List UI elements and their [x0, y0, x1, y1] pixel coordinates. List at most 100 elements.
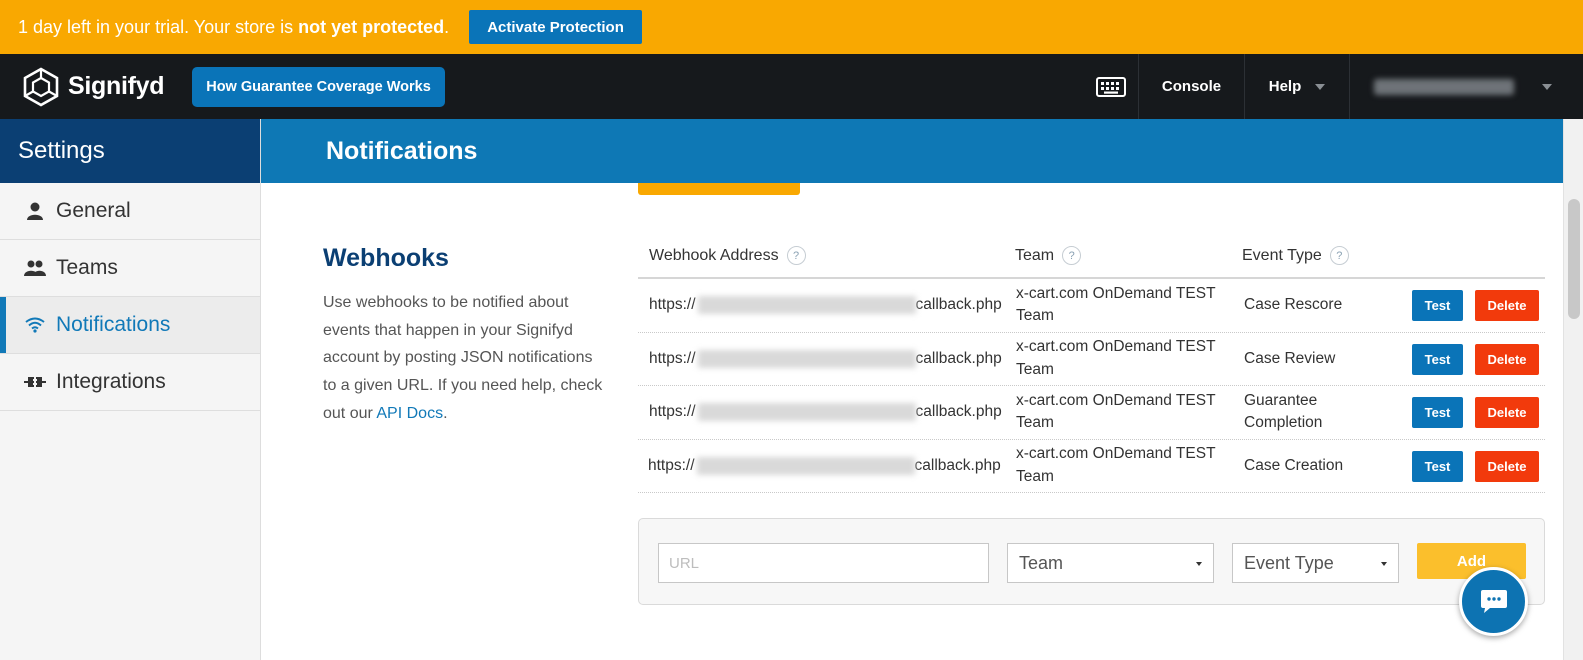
team-select-value: Team — [1019, 552, 1064, 573]
guarantee-coverage-button[interactable]: How Guarantee Coverage Works — [192, 66, 445, 107]
table-row: https:// callback.php x-cart.com OnDemand… — [638, 279, 1545, 333]
sidebar-item-label: Integrations — [56, 370, 166, 393]
url-prefix: https:// — [648, 456, 695, 474]
trial-message: 1 day left in your trial. Your store is … — [18, 17, 449, 38]
user-icon — [24, 201, 46, 221]
url-suffix: callback.php — [915, 403, 1002, 421]
partially-hidden-button[interactable] — [638, 183, 800, 195]
delete-button[interactable]: Delete — [1475, 397, 1539, 428]
brand-logo[interactable]: Signifyd — [20, 66, 165, 108]
add-webhook-form: URL Team Event Type Add — [638, 518, 1545, 605]
trial-message-bold: not yet protected — [298, 16, 445, 37]
webhook-url: https:// callback.php — [648, 440, 1001, 493]
table-row: https:// callback.php x-cart.com OnDemand… — [638, 386, 1545, 440]
url-prefix: https:// — [649, 349, 696, 367]
sidebar-item-notifications[interactable]: Notifications — [0, 297, 260, 354]
url-redacted — [696, 456, 915, 475]
chevron-down-icon — [1542, 83, 1552, 90]
event-type-select[interactable]: Event Type — [1232, 543, 1399, 583]
page-scrollbar[interactable] — [1563, 119, 1583, 660]
help-label: Help — [1268, 78, 1302, 95]
delete-button[interactable]: Delete — [1475, 343, 1539, 375]
activate-protection-button[interactable]: Activate Protection — [469, 10, 642, 44]
dropdown-arrow-icon — [1381, 562, 1387, 566]
column-team: Team ? — [1015, 246, 1082, 265]
help-menu[interactable]: Help — [1244, 54, 1349, 119]
settings-sidebar: Settings General Teams Notifications Int… — [0, 119, 261, 660]
webhook-url: https:// callback.php — [649, 279, 1002, 332]
webhooks-table: Webhook Address ? Team ? Event Type ? ht… — [638, 232, 1545, 493]
sidebar-item-teams[interactable]: Teams — [0, 240, 260, 297]
delete-button[interactable]: Delete — [1475, 450, 1539, 482]
help-icon[interactable]: ? — [1329, 246, 1349, 265]
test-button[interactable]: Test — [1412, 343, 1463, 375]
webhook-team: x-cart.com OnDemand TEST Team — [1016, 445, 1216, 485]
chat-icon — [1480, 589, 1507, 613]
delete-button[interactable]: Delete — [1475, 290, 1539, 321]
user-menu[interactable] — [1349, 54, 1583, 119]
webhooks-description-text: Use webhooks to be notified about events… — [323, 294, 603, 422]
webhook-event-type: Case Review — [1244, 349, 1336, 367]
webhook-url: https:// callback.php — [649, 333, 1002, 386]
table-row: https:// callback.php x-cart.com OnDemand… — [638, 440, 1545, 493]
help-icon[interactable]: ? — [786, 246, 806, 265]
sidebar-item-label: General — [56, 199, 131, 222]
top-navigation: Signifyd How Guarantee Coverage Works Co… — [0, 54, 1583, 119]
chevron-down-icon — [1315, 83, 1326, 90]
sidebar-item-general[interactable]: General — [0, 183, 260, 240]
url-suffix: callback.php — [914, 456, 1001, 474]
url-suffix: callback.php — [915, 349, 1002, 367]
url-prefix: https:// — [649, 403, 696, 421]
url-redacted — [697, 296, 916, 315]
webhooks-description: Use webhooks to be notified about events… — [323, 289, 603, 428]
team-select[interactable]: Team — [1007, 543, 1214, 583]
test-button[interactable]: Test — [1412, 450, 1463, 482]
wifi-icon — [24, 317, 46, 333]
sidebar-item-integrations[interactable]: Integrations — [0, 354, 260, 411]
webhook-event-type: Guarantee Completion — [1244, 391, 1323, 432]
user-name-redacted — [1374, 78, 1514, 95]
sidebar-item-label: Notifications — [56, 313, 171, 336]
webhook-url: https:// callback.php — [649, 386, 1002, 439]
api-docs-link[interactable]: API Docs — [376, 405, 443, 422]
url-input[interactable]: URL — [658, 543, 989, 583]
url-redacted — [697, 349, 916, 368]
webhook-event-type: Case Creation — [1244, 456, 1344, 474]
brand-name: Signifyd — [68, 72, 165, 100]
keyboard-icon — [1095, 76, 1126, 97]
sidebar-title: Settings — [0, 119, 260, 183]
column-webhook-address: Webhook Address ? — [649, 246, 806, 265]
keyboard-shortcuts-button[interactable] — [1083, 54, 1138, 119]
column-label: Webhook Address — [649, 246, 779, 264]
nav-right-group: Console Help — [1083, 54, 1583, 119]
url-redacted — [697, 403, 916, 422]
column-event-type: Event Type ? — [1242, 246, 1349, 265]
column-label: Event Type — [1242, 246, 1322, 264]
chat-launcher[interactable] — [1459, 567, 1528, 636]
console-link[interactable]: Console — [1138, 54, 1244, 119]
webhooks-heading: Webhooks — [323, 244, 449, 272]
table-row: https:// callback.php x-cart.com OnDemand… — [638, 333, 1545, 386]
url-prefix: https:// — [649, 296, 696, 314]
signifyd-logo-icon — [23, 67, 59, 106]
trial-banner: 1 day left in your trial. Your store is … — [0, 0, 1583, 54]
sidebar-item-label: Teams — [56, 256, 118, 279]
url-suffix: callback.php — [915, 296, 1002, 314]
webhook-team: x-cart.com OnDemand TEST Team — [1016, 338, 1216, 378]
table-header: Webhook Address ? Team ? Event Type ? — [638, 232, 1545, 279]
test-button[interactable]: Test — [1412, 290, 1463, 321]
webhook-team: x-cart.com OnDemand TEST Team — [1016, 391, 1216, 432]
webhook-team: x-cart.com OnDemand TEST Team — [1016, 284, 1216, 325]
trial-message-suffix: . — [444, 16, 450, 37]
webhooks-description-end: . — [443, 404, 448, 422]
plug-icon — [24, 375, 46, 389]
team-icon — [24, 259, 46, 277]
scrollbar-thumb[interactable] — [1568, 199, 1580, 319]
column-label: Team — [1015, 246, 1055, 264]
trial-message-prefix: 1 day left in your trial. Your store is — [18, 16, 299, 37]
help-icon[interactable]: ? — [1062, 246, 1082, 265]
page-title: Notifications — [261, 119, 1563, 183]
dropdown-arrow-icon — [1196, 562, 1202, 566]
test-button[interactable]: Test — [1412, 397, 1463, 428]
event-type-select-value: Event Type — [1244, 552, 1334, 573]
